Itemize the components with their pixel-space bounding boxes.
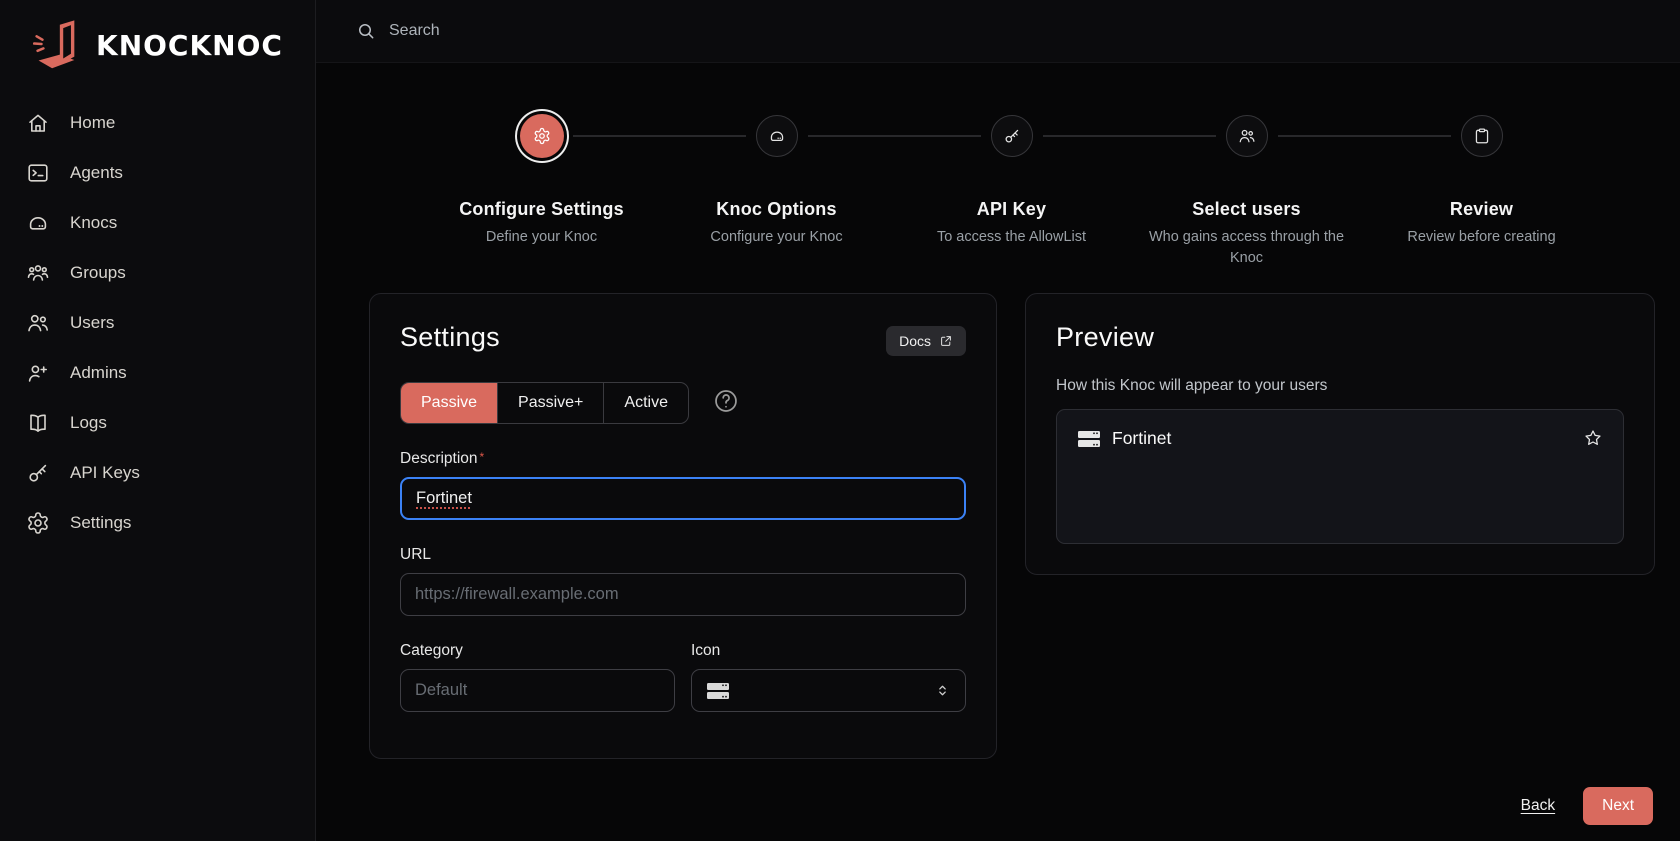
icon-select[interactable] bbox=[691, 669, 966, 712]
sidebar-nav: Home Agents Knocs Groups Users Admins bbox=[0, 86, 315, 548]
external-link-icon bbox=[939, 334, 953, 348]
drive-icon bbox=[768, 127, 786, 145]
settings-card-title: Settings bbox=[400, 322, 500, 353]
groups-icon bbox=[26, 261, 50, 285]
knocknoc-door-icon bbox=[26, 16, 84, 74]
sidebar-item-api-keys[interactable]: API Keys bbox=[0, 448, 315, 498]
sidebar-item-logs[interactable]: Logs bbox=[0, 398, 315, 448]
required-marker: * bbox=[480, 450, 485, 464]
docs-button[interactable]: Docs bbox=[886, 326, 966, 356]
step-knoc-options: Knoc Options Configure your Knoc bbox=[659, 109, 894, 269]
sidebar-item-label: Knocs bbox=[70, 213, 117, 233]
knoc-preview-tile: Fortinet bbox=[1056, 409, 1624, 544]
gear-icon bbox=[533, 127, 551, 145]
icon-label: Icon bbox=[691, 642, 966, 660]
step-subtitle: Configure your Knoc bbox=[710, 227, 842, 248]
description-value: Fortinet bbox=[416, 489, 472, 508]
description-label: Description* bbox=[400, 450, 966, 468]
mode-option-passive[interactable]: Passive bbox=[401, 383, 498, 423]
step-review: Review Review before creating bbox=[1364, 109, 1599, 269]
help-circle-icon bbox=[713, 388, 739, 414]
preview-card: Preview How this Knoc will appear to you… bbox=[1025, 293, 1655, 575]
wizard-footer: Back Next bbox=[1521, 787, 1653, 825]
topbar bbox=[316, 0, 1680, 62]
main-area: Configure Settings Define your Knoc Knoc… bbox=[316, 0, 1680, 841]
wizard-stepper: Configure Settings Define your Knoc Knoc… bbox=[424, 109, 1680, 269]
docs-button-label: Docs bbox=[899, 333, 931, 349]
users-icon bbox=[26, 311, 50, 335]
firewall-icon bbox=[1077, 429, 1101, 449]
sidebar-item-label: Admins bbox=[70, 363, 127, 383]
step-circle-3[interactable] bbox=[991, 115, 1033, 157]
back-button[interactable]: Back bbox=[1521, 797, 1555, 815]
sidebar-item-label: Home bbox=[70, 113, 115, 133]
step-configure-settings: Configure Settings Define your Knoc bbox=[424, 109, 659, 269]
content-panel: Configure Settings Define your Knoc Knoc… bbox=[316, 62, 1680, 841]
settings-card: Settings Docs Passive Passive+ Active bbox=[369, 293, 997, 759]
mode-option-passive-plus[interactable]: Passive+ bbox=[498, 383, 604, 423]
step-circle-4[interactable] bbox=[1226, 115, 1268, 157]
sidebar-item-label: Settings bbox=[70, 513, 131, 533]
preview-card-title: Preview bbox=[1056, 322, 1624, 353]
step-title: Configure Settings bbox=[459, 199, 624, 220]
step-title: Knoc Options bbox=[716, 199, 836, 220]
mode-option-active[interactable]: Active bbox=[604, 383, 688, 423]
app-root: KNOCKNOC Home Agents Knocs Groups Users bbox=[0, 0, 1680, 841]
step-circle-2[interactable] bbox=[756, 115, 798, 157]
step-subtitle: Review before creating bbox=[1407, 227, 1555, 248]
gear-icon bbox=[26, 511, 50, 535]
step-select-users: Select users Who gains access through th… bbox=[1129, 109, 1364, 269]
book-icon bbox=[26, 411, 50, 435]
sidebar-item-home[interactable]: Home bbox=[0, 98, 315, 148]
sidebar-item-users[interactable]: Users bbox=[0, 298, 315, 348]
sidebar-item-label: Agents bbox=[70, 163, 123, 183]
brand-name: KNOCKNOC bbox=[96, 29, 283, 62]
step-subtitle: To access the AllowList bbox=[937, 227, 1086, 248]
step-title: Select users bbox=[1192, 199, 1300, 220]
step-subtitle: Define your Knoc bbox=[486, 227, 597, 248]
step-circle-1[interactable] bbox=[520, 114, 564, 158]
category-label: Category bbox=[400, 642, 675, 660]
sidebar-item-groups[interactable]: Groups bbox=[0, 248, 315, 298]
user-plus-icon bbox=[26, 361, 50, 385]
sidebar-item-settings[interactable]: Settings bbox=[0, 498, 315, 548]
category-input[interactable] bbox=[400, 669, 675, 712]
brand-logo: KNOCKNOC bbox=[0, 0, 315, 86]
users-icon bbox=[1238, 127, 1256, 145]
cards-row: Settings Docs Passive Passive+ Active bbox=[369, 293, 1655, 759]
star-icon bbox=[1583, 428, 1603, 453]
step-circle-5[interactable] bbox=[1461, 115, 1503, 157]
firewall-icon bbox=[706, 681, 730, 701]
step-subtitle: Who gains access through the Knoc bbox=[1132, 227, 1362, 269]
sidebar-item-admins[interactable]: Admins bbox=[0, 348, 315, 398]
search-input[interactable] bbox=[389, 22, 809, 40]
sidebar: KNOCKNOC Home Agents Knocs Groups Users bbox=[0, 0, 316, 841]
description-input[interactable]: Fortinet bbox=[400, 477, 966, 520]
sidebar-item-agents[interactable]: Agents bbox=[0, 148, 315, 198]
key-icon bbox=[1003, 127, 1021, 145]
search-icon bbox=[356, 21, 376, 41]
drive-icon bbox=[26, 211, 50, 235]
url-label: URL bbox=[400, 546, 966, 564]
sidebar-item-label: Groups bbox=[70, 263, 126, 283]
preview-subtitle: How this Knoc will appear to your users bbox=[1056, 377, 1624, 395]
url-input[interactable] bbox=[400, 573, 966, 616]
terminal-icon bbox=[26, 161, 50, 185]
key-icon bbox=[26, 461, 50, 485]
mode-toggle: Passive Passive+ Active bbox=[400, 382, 689, 424]
chevron-up-down-icon bbox=[934, 682, 951, 699]
preview-knoc-name: Fortinet bbox=[1112, 428, 1171, 449]
mode-help-icon[interactable] bbox=[713, 388, 739, 419]
clipboard-icon bbox=[1473, 127, 1491, 145]
next-button[interactable]: Next bbox=[1583, 787, 1653, 825]
step-api-key: API Key To access the AllowList bbox=[894, 109, 1129, 269]
sidebar-item-knocs[interactable]: Knocs bbox=[0, 198, 315, 248]
sidebar-item-label: Users bbox=[70, 313, 114, 333]
home-icon bbox=[26, 111, 50, 135]
step-title: API Key bbox=[977, 199, 1046, 220]
sidebar-item-label: Logs bbox=[70, 413, 107, 433]
step-title: Review bbox=[1450, 199, 1513, 220]
sidebar-item-label: API Keys bbox=[70, 463, 140, 483]
